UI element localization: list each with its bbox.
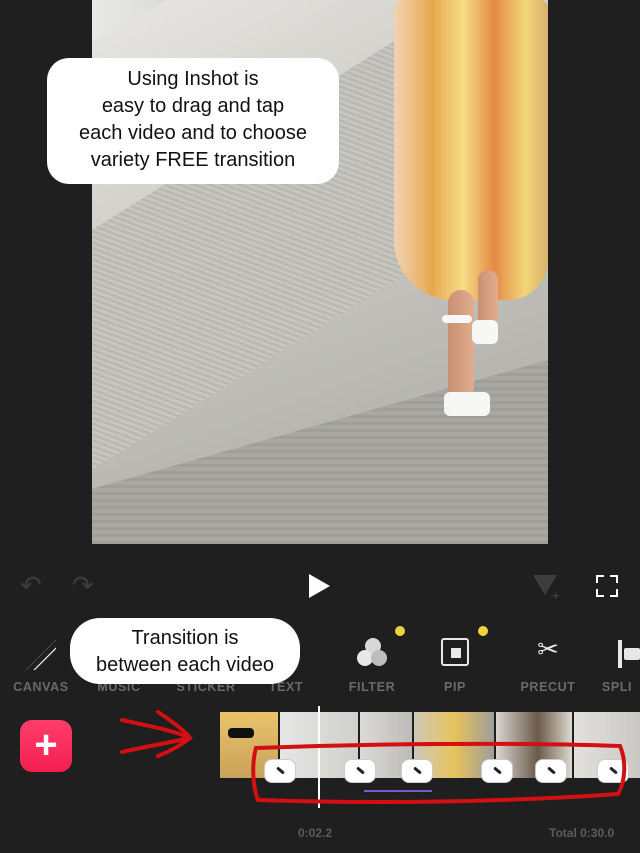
keyframe-add-icon: + — [552, 588, 560, 603]
preview-shoe — [444, 392, 490, 416]
new-dot — [395, 626, 405, 636]
add-clip-button[interactable]: + — [20, 720, 72, 772]
total-duration: Total 0:30.0 — [549, 826, 615, 840]
tool-label: PIP — [444, 680, 466, 694]
undo-icon[interactable]: ↶ — [20, 570, 42, 600]
callout-bubble-transition: Transition is between each video — [70, 618, 300, 684]
preview-shoe — [472, 320, 498, 344]
annotation-highlight — [251, 741, 627, 804]
current-time: 0:02.2 — [298, 826, 333, 840]
filter-icon — [357, 638, 389, 670]
tool-label: SPLI — [601, 680, 633, 694]
pip-icon — [441, 638, 469, 666]
preview-dress — [394, 0, 548, 300]
canvas-icon — [26, 640, 56, 670]
annotation-arrow — [120, 710, 193, 758]
tool-filter[interactable]: FILTER — [327, 626, 417, 700]
callout-bubble-top: Using Inshot is easy to drag and tap eac… — [47, 58, 339, 184]
clip-thumbnail-face — [228, 728, 254, 738]
tool-canvas[interactable]: CANVAS — [0, 630, 82, 700]
preview-leg — [448, 290, 474, 400]
preview-shoe — [442, 315, 472, 323]
fullscreen-icon[interactable] — [596, 575, 618, 597]
new-dot — [478, 626, 488, 636]
scissors-icon: ✂ — [537, 634, 559, 664]
tool-split[interactable]: SPLI — [598, 630, 640, 700]
split-icon — [618, 640, 622, 668]
tool-label: FILTER — [348, 680, 396, 694]
play-button[interactable] — [309, 574, 330, 598]
tool-pip[interactable]: PIP — [410, 626, 500, 700]
redo-icon[interactable]: ↷ — [72, 570, 94, 600]
